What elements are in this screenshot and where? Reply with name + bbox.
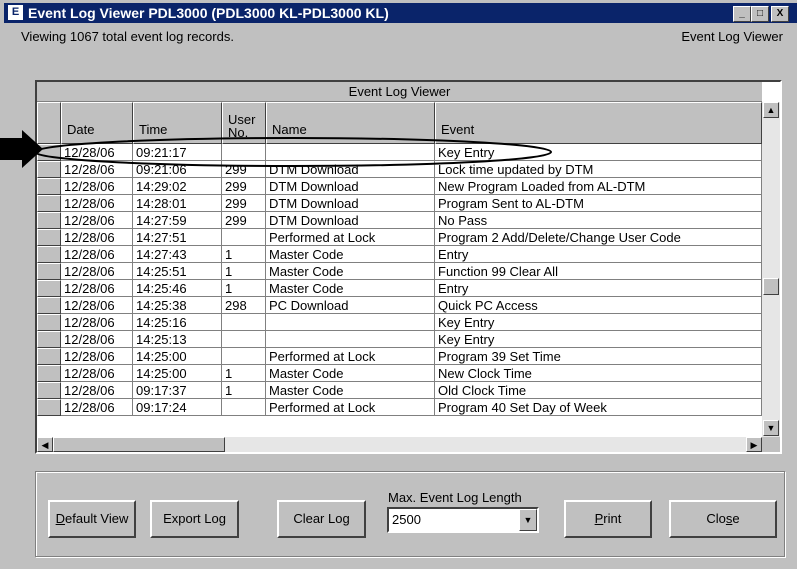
right-pointing-arrow [0,130,43,168]
highlight-oval [34,137,552,167]
annotation-overlay [0,130,552,168]
